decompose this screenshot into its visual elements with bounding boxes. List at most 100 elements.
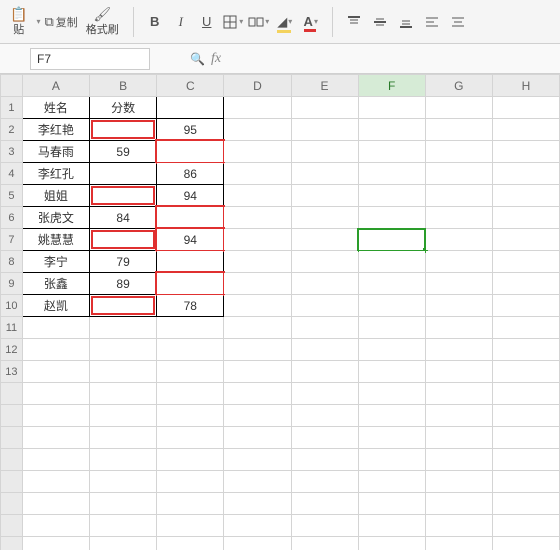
cell-E13[interactable] bbox=[291, 361, 358, 383]
cell-F3[interactable] bbox=[358, 141, 425, 163]
fill-color-button[interactable]: ◢ ▾ bbox=[274, 11, 296, 33]
cell-B7[interactable] bbox=[90, 229, 157, 251]
search-icon[interactable]: 🔍 bbox=[190, 52, 205, 66]
cell-C19[interactable] bbox=[157, 493, 224, 515]
cell-E8[interactable] bbox=[291, 251, 358, 273]
row-header-20[interactable] bbox=[1, 515, 23, 537]
column-header-H[interactable]: H bbox=[492, 75, 559, 97]
cell-A21[interactable] bbox=[22, 537, 89, 550]
cell-G9[interactable] bbox=[425, 273, 492, 295]
cell-E15[interactable] bbox=[291, 405, 358, 427]
cell-B10[interactable] bbox=[90, 295, 157, 317]
cell-G2[interactable] bbox=[425, 119, 492, 141]
cell-A17[interactable] bbox=[22, 449, 89, 471]
cell-F18[interactable] bbox=[358, 471, 425, 493]
cell-B11[interactable] bbox=[90, 317, 157, 339]
cell-C20[interactable] bbox=[157, 515, 224, 537]
cell-G15[interactable] bbox=[425, 405, 492, 427]
cell-G8[interactable] bbox=[425, 251, 492, 273]
cell-B6[interactable]: 84 bbox=[90, 207, 157, 229]
cell-F4[interactable] bbox=[358, 163, 425, 185]
row-header-15[interactable] bbox=[1, 405, 23, 427]
cell-A18[interactable] bbox=[22, 471, 89, 493]
column-header-F[interactable]: F bbox=[358, 75, 425, 97]
cell-D2[interactable] bbox=[224, 119, 291, 141]
cell-C7[interactable]: 94 bbox=[157, 229, 224, 251]
cell-F5[interactable] bbox=[358, 185, 425, 207]
fx-icon[interactable]: fx bbox=[211, 51, 221, 67]
cell-E10[interactable] bbox=[291, 295, 358, 317]
cell-D17[interactable] bbox=[224, 449, 291, 471]
cell-G4[interactable] bbox=[425, 163, 492, 185]
cell-F2[interactable] bbox=[358, 119, 425, 141]
cell-C16[interactable] bbox=[157, 427, 224, 449]
cell-H10[interactable] bbox=[492, 295, 559, 317]
row-header-21[interactable] bbox=[1, 537, 23, 550]
cell-A6[interactable]: 张虎文 bbox=[22, 207, 89, 229]
cell-F13[interactable] bbox=[358, 361, 425, 383]
row-header-2[interactable]: 2 bbox=[1, 119, 23, 141]
cell-A2[interactable]: 李红艳 bbox=[22, 119, 89, 141]
cell-B1[interactable]: 分数 bbox=[90, 97, 157, 119]
row-header-10[interactable]: 10 bbox=[1, 295, 23, 317]
cell-H13[interactable] bbox=[492, 361, 559, 383]
row-header-19[interactable] bbox=[1, 493, 23, 515]
row-header-3[interactable]: 3 bbox=[1, 141, 23, 163]
format-painter-button[interactable]: 🖌 格式刷 bbox=[82, 5, 123, 39]
row-header-4[interactable]: 4 bbox=[1, 163, 23, 185]
cell-D4[interactable] bbox=[224, 163, 291, 185]
cell-G7[interactable] bbox=[425, 229, 492, 251]
cell-E21[interactable] bbox=[291, 537, 358, 550]
merge-cells-button[interactable]: ▾ bbox=[248, 11, 270, 33]
cell-C11[interactable] bbox=[157, 317, 224, 339]
cell-C1[interactable] bbox=[157, 97, 224, 119]
cell-A11[interactable] bbox=[22, 317, 89, 339]
cell-B15[interactable] bbox=[90, 405, 157, 427]
cell-C14[interactable] bbox=[157, 383, 224, 405]
cell-E2[interactable] bbox=[291, 119, 358, 141]
cell-G19[interactable] bbox=[425, 493, 492, 515]
row-header-16[interactable] bbox=[1, 427, 23, 449]
chevron-down-icon[interactable]: ▾ bbox=[36, 17, 40, 26]
cell-C18[interactable] bbox=[157, 471, 224, 493]
cell-H19[interactable] bbox=[492, 493, 559, 515]
cell-A19[interactable] bbox=[22, 493, 89, 515]
cell-E14[interactable] bbox=[291, 383, 358, 405]
cell-H14[interactable] bbox=[492, 383, 559, 405]
cell-H11[interactable] bbox=[492, 317, 559, 339]
cell-G10[interactable] bbox=[425, 295, 492, 317]
cell-D10[interactable] bbox=[224, 295, 291, 317]
cell-F21[interactable] bbox=[358, 537, 425, 550]
row-header-1[interactable]: 1 bbox=[1, 97, 23, 119]
cell-H5[interactable] bbox=[492, 185, 559, 207]
column-header-A[interactable]: A bbox=[22, 75, 89, 97]
cell-H6[interactable] bbox=[492, 207, 559, 229]
cell-D16[interactable] bbox=[224, 427, 291, 449]
cell-G14[interactable] bbox=[425, 383, 492, 405]
borders-button[interactable]: ▾ bbox=[222, 11, 244, 33]
select-all-corner[interactable] bbox=[1, 75, 23, 97]
paste-button[interactable]: 📋 贴 bbox=[6, 5, 31, 39]
cell-H12[interactable] bbox=[492, 339, 559, 361]
cell-E6[interactable] bbox=[291, 207, 358, 229]
column-header-C[interactable]: C bbox=[157, 75, 224, 97]
cell-F14[interactable] bbox=[358, 383, 425, 405]
cell-F20[interactable] bbox=[358, 515, 425, 537]
row-header-13[interactable]: 13 bbox=[1, 361, 23, 383]
cell-H9[interactable] bbox=[492, 273, 559, 295]
cell-C15[interactable] bbox=[157, 405, 224, 427]
cell-B2[interactable] bbox=[90, 119, 157, 141]
italic-button[interactable]: I bbox=[170, 11, 192, 33]
row-header-12[interactable]: 12 bbox=[1, 339, 23, 361]
cell-A15[interactable] bbox=[22, 405, 89, 427]
cell-E18[interactable] bbox=[291, 471, 358, 493]
cell-G21[interactable] bbox=[425, 537, 492, 550]
cell-G13[interactable] bbox=[425, 361, 492, 383]
cell-B20[interactable] bbox=[90, 515, 157, 537]
cell-C10[interactable]: 78 bbox=[157, 295, 224, 317]
cell-A16[interactable] bbox=[22, 427, 89, 449]
cell-E16[interactable] bbox=[291, 427, 358, 449]
cell-F7[interactable] bbox=[358, 229, 425, 251]
cell-B13[interactable] bbox=[90, 361, 157, 383]
align-top-button[interactable] bbox=[343, 11, 365, 33]
